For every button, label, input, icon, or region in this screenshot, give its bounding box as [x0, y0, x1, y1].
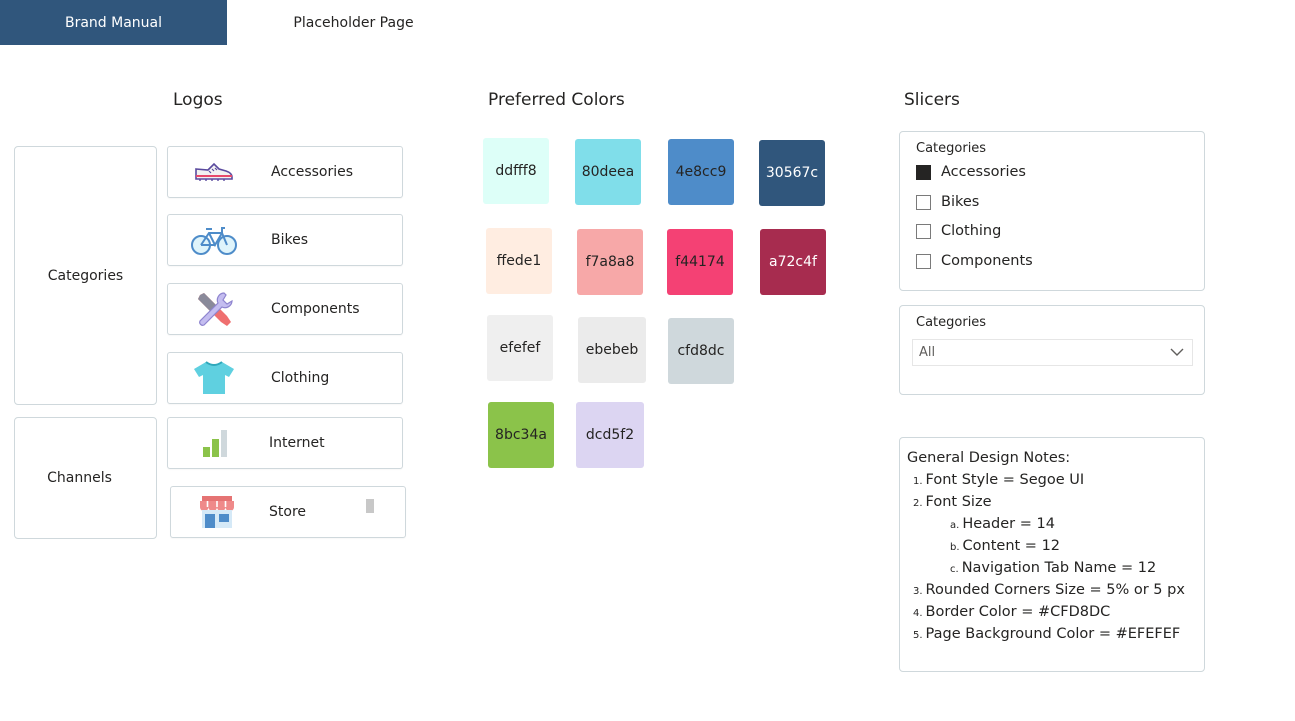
slicer-option-label: Clothing — [941, 223, 1002, 239]
clothing-button[interactable]: Clothing — [167, 352, 403, 404]
store-button[interactable]: Store — [170, 486, 406, 538]
color-swatch: 4e8cc9 — [668, 139, 734, 205]
scrollbar-thumb[interactable] — [366, 499, 374, 513]
components-label: Components — [271, 301, 360, 317]
internet-label: Internet — [269, 435, 325, 451]
color-swatch: 80deea — [575, 139, 641, 205]
notes-title: General Design Notes: — [907, 450, 1071, 466]
tab-brand-manual[interactable]: Brand Manual — [0, 0, 227, 45]
colors-heading: Preferred Colors — [488, 90, 625, 110]
note-item: 4. Border Color = #CFD8DC — [913, 604, 1111, 620]
categories-group: Categories — [14, 146, 157, 405]
checkbox-checked-icon — [916, 164, 931, 180]
logos-heading: Logos — [173, 90, 223, 110]
categories-list-slicer: Categories Accessories Bikes Clothing Co… — [899, 131, 1205, 291]
channels-group-label: Channels — [47, 470, 112, 486]
slicers-heading: Slicers — [904, 90, 960, 110]
dropdown-value: All — [919, 345, 936, 360]
color-swatch: f44174 — [667, 229, 733, 295]
color-swatch: a72c4f — [760, 229, 826, 295]
checkbox-icon — [916, 223, 931, 239]
note-item: 2. Font Size — [913, 494, 992, 510]
tab-placeholder-page[interactable]: Placeholder Page — [227, 0, 480, 45]
note-subitem: b. Content = 12 — [950, 538, 1061, 554]
color-swatch: cfd8dc — [668, 318, 734, 384]
slicer-option-bikes[interactable]: Bikes — [916, 194, 979, 210]
color-swatch: 8bc34a — [488, 402, 554, 468]
clothing-label: Clothing — [271, 370, 330, 386]
note-subitem: c. Navigation Tab Name = 12 — [950, 560, 1157, 576]
store-icon — [193, 492, 241, 532]
checkbox-icon — [916, 253, 931, 269]
accessories-button[interactable]: Accessories — [167, 146, 403, 198]
bikes-button[interactable]: Bikes — [167, 214, 403, 266]
tshirt-icon — [190, 358, 238, 398]
accessories-label: Accessories — [271, 164, 354, 180]
chevron-down-icon — [1170, 346, 1184, 361]
categories-dropdown[interactable]: All — [912, 339, 1193, 366]
checkbox-icon — [916, 194, 931, 210]
bike-icon — [190, 220, 238, 260]
shoe-icon — [190, 152, 238, 192]
note-subitem: a. Header = 14 — [950, 516, 1055, 532]
color-swatch: 30567c — [759, 140, 825, 206]
slicer-option-label: Accessories — [941, 164, 1026, 180]
internet-button[interactable]: Internet — [167, 417, 403, 469]
slicer-title: Categories — [916, 141, 987, 156]
slicer-option-label: Components — [941, 253, 1033, 269]
slicer-option-accessories[interactable]: Accessories — [916, 164, 1026, 180]
wrench-screwdriver-icon — [190, 289, 238, 329]
color-swatch: efefef — [487, 315, 553, 381]
bar-chart-icon — [190, 423, 238, 463]
slicer-option-clothing[interactable]: Clothing — [916, 223, 1001, 239]
color-swatch: ebebeb — [578, 317, 646, 383]
store-label: Store — [269, 504, 307, 520]
components-button[interactable]: Components — [167, 283, 403, 335]
color-swatch: ffede1 — [486, 228, 552, 294]
design-notes-card: General Design Notes: 1. Font Style = Seg… — [899, 437, 1205, 672]
bikes-label: Bikes — [271, 232, 309, 248]
color-swatch: ddfff8 — [483, 138, 549, 204]
categories-group-label: Categories — [47, 267, 124, 284]
channels-group: Channels — [14, 417, 157, 539]
slicer-option-label: Bikes — [941, 194, 980, 210]
note-item: 1. Font Style = Segoe UI — [913, 472, 1085, 488]
color-swatch: f7a8a8 — [577, 229, 643, 295]
slicer-title: Categories — [916, 315, 987, 330]
categories-dropdown-slicer: Categories All — [899, 305, 1205, 395]
note-item: 5. Page Background Color = #EFEFEF — [913, 626, 1181, 642]
slicer-option-components[interactable]: Components — [916, 253, 1033, 269]
color-swatch: dcd5f2 — [576, 402, 644, 468]
note-item: 3. Rounded Corners Size = 5% or 5 px — [913, 582, 1185, 598]
